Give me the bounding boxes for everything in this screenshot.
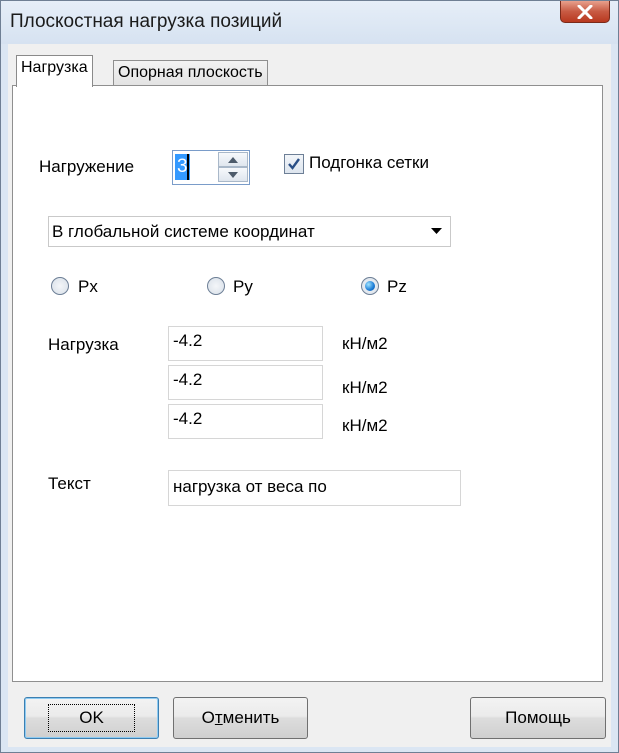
load-unit-1: кН/м2 [342, 334, 388, 353]
checkmark-icon [288, 158, 300, 170]
tab-support-plane-label: Опорная плоскость [118, 64, 263, 81]
load-case-label: Нагружение [39, 157, 135, 176]
mesh-fit-checkbox[interactable] [284, 154, 304, 174]
cancel-button[interactable]: Отменить [173, 697, 308, 739]
load-value-2: -4.2 [173, 370, 203, 389]
ok-button[interactable]: OK [24, 697, 159, 739]
cancel-button-label: Отменить [202, 708, 280, 728]
tab-load-label: Нагрузка [21, 59, 88, 76]
radio-py-label[interactable]: Py [233, 277, 253, 297]
dialog-window: Плоскостная нагрузка позиций Нагрузка Оп… [0, 0, 619, 753]
cancel-label-part-2: менить [222, 708, 280, 727]
load-case-spinner[interactable]: 3 [172, 150, 250, 185]
chevron-up-icon [228, 156, 238, 163]
tab-panel-load: Нагружение 3 Подгонка сетки В глобальной… [12, 85, 603, 682]
load-unit-2: кН/м2 [342, 378, 388, 397]
radio-px-label[interactable]: Px [78, 277, 98, 297]
radio-px[interactable] [51, 277, 69, 295]
dropdown-arrow-icon [431, 228, 442, 234]
text-input-value: нагрузка от веса по [173, 477, 327, 496]
help-button-label: Помощь [505, 708, 571, 727]
radio-pz[interactable] [361, 277, 379, 295]
spin-down-button[interactable] [218, 167, 248, 182]
coord-system-value: В глобальной системе координат [52, 222, 315, 241]
mesh-fit-label[interactable]: Подгонка сетки [309, 153, 429, 173]
cancel-label-mnemonic: т [214, 708, 223, 727]
tab-support-plane[interactable]: Опорная плоскость [113, 60, 268, 85]
chevron-down-icon [228, 171, 238, 178]
close-button[interactable] [560, 1, 610, 23]
text-label: Текст [48, 474, 91, 493]
spinner-buttons [218, 152, 248, 183]
dialog-client-area: Нагрузка Опорная плоскость Нагружение 3 [8, 44, 611, 747]
close-icon [577, 4, 593, 19]
spin-up-button[interactable] [218, 152, 248, 167]
tab-load[interactable]: Нагрузка [16, 55, 93, 87]
load-value-field-2[interactable]: -4.2 [168, 365, 323, 400]
title-bar[interactable]: Плоскостная нагрузка позиций [1, 1, 618, 44]
load-value-field-1[interactable]: -4.2 [168, 326, 323, 361]
load-label: Нагрузка [48, 335, 119, 354]
radio-py[interactable] [207, 277, 225, 295]
load-unit-3: кН/м2 [342, 416, 388, 435]
load-value-field-3[interactable]: -4.2 [168, 404, 323, 439]
cancel-label-part-1: О [201, 708, 215, 727]
ok-button-label: OK [48, 704, 135, 732]
coord-system-select[interactable]: В глобальной системе координат [48, 216, 451, 247]
text-caret [187, 154, 189, 180]
load-value-1: -4.2 [173, 331, 203, 350]
load-value-3: -4.2 [173, 409, 203, 428]
help-button[interactable]: Помощь [470, 697, 606, 739]
window-title: Плоскостная нагрузка позиций [10, 11, 283, 32]
radio-selected-dot [365, 281, 375, 291]
radio-pz-label[interactable]: Pz [387, 277, 407, 297]
text-input[interactable]: нагрузка от веса по [168, 470, 461, 506]
